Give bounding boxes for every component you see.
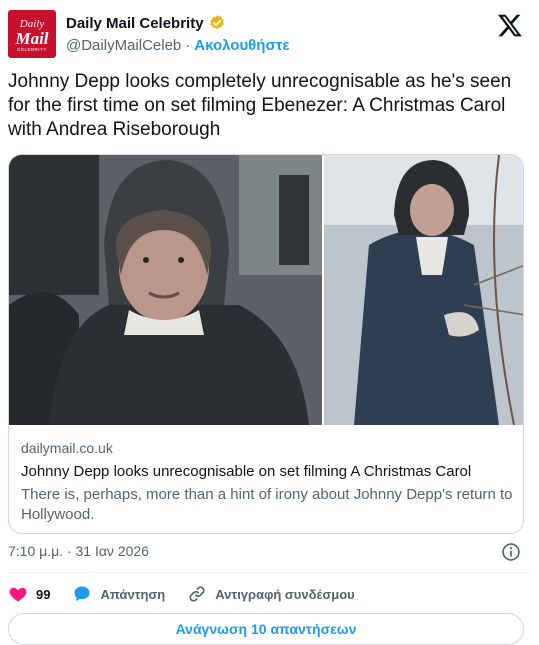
photo-depp-closeup: [9, 155, 322, 425]
card-description: There is, perhaps, more than a hint of i…: [21, 486, 513, 523]
display-name[interactable]: Daily Mail Celebrity: [66, 15, 204, 32]
divider: [8, 572, 531, 573]
x-logo-icon[interactable]: [497, 12, 523, 38]
tweet-header: Daily Mail CELEBRITY Daily Mail Celebrit…: [8, 8, 531, 60]
action-bar: 99 Απάντηση Αντιγραφή συνδέσμου: [8, 583, 531, 605]
copy-link-label: Αντιγραφή συνδέσμου: [215, 586, 355, 602]
tweet-text: Johnny Depp looks completely unrecognisa…: [8, 71, 512, 140]
card-media: [9, 155, 523, 425]
timestamp[interactable]: 7:10 μ.μ. · 31 Ιαν 2026: [8, 543, 149, 559]
verified-badge-icon: [209, 15, 224, 30]
avatar-text-daily: Daily: [19, 18, 45, 30]
reply-button[interactable]: Απάντηση: [72, 584, 165, 604]
follow-link[interactable]: Ακολουθήστε: [194, 37, 289, 54]
avatar[interactable]: Daily Mail CELEBRITY: [8, 10, 56, 58]
handle-row: @DailyMailCeleb · Ακολουθήστε: [66, 37, 290, 54]
copy-link-button[interactable]: Αντιγραφή συνδέσμου: [187, 584, 355, 604]
reply-label: Απάντηση: [100, 586, 166, 602]
read-replies-button[interactable]: Ανάγνωση 10 απαντήσεων: [8, 613, 524, 645]
avatar-text-mail: Mail: [15, 29, 49, 48]
photo-closeup-illustration: [9, 155, 322, 425]
handle[interactable]: @DailyMailCeleb: [66, 37, 181, 54]
photo-depp-fullbody: [324, 155, 523, 425]
link-icon: [189, 586, 205, 602]
card-domain: dailymail.co.uk: [21, 440, 113, 456]
card-body: dailymail.co.uk Johnny Depp looks unreco…: [9, 425, 523, 533]
name-row: Daily Mail Celebrity: [66, 14, 226, 32]
heart-icon: [9, 587, 27, 602]
info-icon[interactable]: [501, 542, 521, 562]
like-count: 99: [36, 586, 51, 602]
card-title[interactable]: Johnny Depp looks unrecognisable on set …: [21, 462, 513, 482]
reply-bubble-icon: [74, 586, 90, 602]
photo-fullbody-illustration: [324, 155, 523, 425]
handle-separator: ·: [185, 37, 191, 54]
link-card[interactable]: dailymail.co.uk Johnny Depp looks unreco…: [8, 154, 524, 534]
like-button[interactable]: 99: [8, 584, 50, 604]
